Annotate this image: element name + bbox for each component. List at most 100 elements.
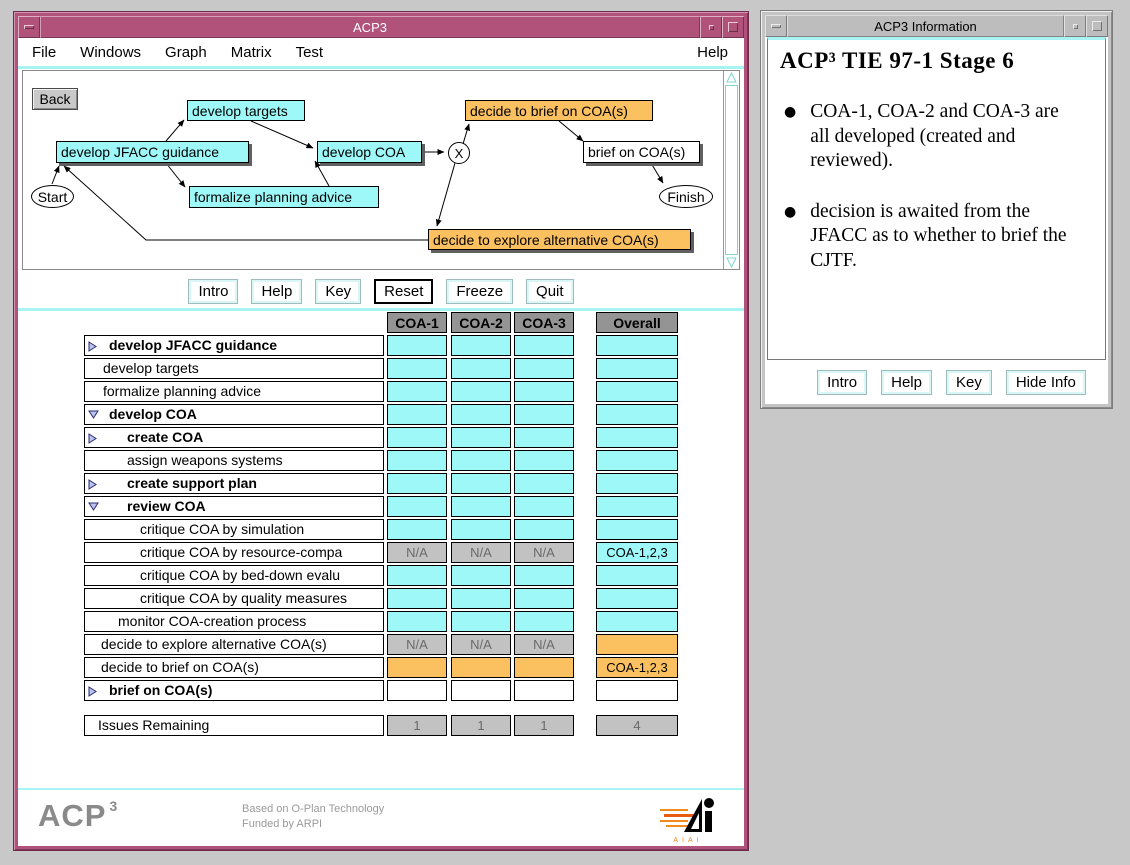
collapse-triangle-icon[interactable] — [88, 410, 100, 420]
matrix-cell-coa1[interactable] — [387, 496, 447, 517]
matrix-cell-coa1[interactable] — [387, 588, 447, 609]
graph-node-brief-on-coas[interactable]: brief on COA(s) — [583, 141, 700, 163]
matrix-cell-overall[interactable] — [596, 611, 678, 632]
matrix-cell-coa1[interactable] — [387, 611, 447, 632]
matrix-cell-coa2[interactable]: N/A — [451, 542, 511, 563]
matrix-cell-coa2[interactable]: N/A — [451, 634, 511, 655]
matrix-cell-coa1[interactable] — [387, 680, 447, 701]
matrix-cell-coa3[interactable] — [514, 335, 574, 356]
matrix-cell-coa3[interactable] — [514, 680, 574, 701]
minimize-button[interactable] — [700, 16, 722, 38]
graph-node-decide-to-brief[interactable]: decide to brief on COA(s) — [465, 100, 653, 121]
matrix-cell-coa3[interactable] — [514, 657, 574, 678]
main-titlebar[interactable]: ACP3 — [18, 16, 744, 38]
matrix-cell-coa2[interactable] — [451, 404, 511, 425]
window-menu-button[interactable] — [18, 16, 40, 38]
graph-node-xor[interactable]: X — [448, 142, 470, 164]
menu-graph[interactable]: Graph — [165, 44, 207, 61]
expand-triangle-icon[interactable] — [88, 433, 98, 445]
matrix-cell-coa1[interactable]: 1 — [387, 715, 447, 736]
matrix-cell-coa1[interactable] — [387, 657, 447, 678]
task-label[interactable]: create support plan — [84, 473, 384, 494]
maximize-button[interactable] — [722, 16, 744, 38]
menu-matrix[interactable]: Matrix — [231, 44, 272, 61]
matrix-cell-overall[interactable] — [596, 473, 678, 494]
graph-node-finish[interactable]: Finish — [659, 185, 713, 208]
help-button[interactable]: Help — [251, 279, 302, 304]
matrix-cell-coa1[interactable] — [387, 358, 447, 379]
matrix-cell-coa1[interactable] — [387, 381, 447, 402]
matrix-cell-overall[interactable] — [596, 404, 678, 425]
task-label[interactable]: develop JFACC guidance — [84, 335, 384, 356]
matrix-cell-coa1[interactable] — [387, 450, 447, 471]
task-label[interactable]: develop COA — [84, 404, 384, 425]
matrix-cell-coa2[interactable] — [451, 588, 511, 609]
matrix-cell-coa2[interactable]: 1 — [451, 715, 511, 736]
quit-button[interactable]: Quit — [526, 279, 574, 304]
matrix-cell-coa1[interactable] — [387, 565, 447, 586]
matrix-cell-coa2[interactable] — [451, 335, 511, 356]
hide-info-button[interactable]: Hide Info — [1006, 370, 1086, 395]
graph-node-formalize-planning-advice[interactable]: formalize planning advice — [189, 186, 379, 208]
matrix-cell-coa3[interactable] — [514, 358, 574, 379]
task-label[interactable]: create COA — [84, 427, 384, 448]
matrix-cell-coa1[interactable] — [387, 427, 447, 448]
intro-button[interactable]: Intro — [188, 279, 238, 304]
scroll-up-icon[interactable] — [725, 71, 738, 84]
matrix-cell-coa3[interactable] — [514, 473, 574, 494]
matrix-cell-coa3[interactable] — [514, 496, 574, 517]
menu-test[interactable]: Test — [296, 44, 324, 61]
reset-button[interactable]: Reset — [374, 279, 433, 304]
back-button[interactable]: Back — [32, 88, 78, 110]
matrix-cell-coa2[interactable] — [451, 519, 511, 540]
matrix-cell-overall[interactable] — [596, 450, 678, 471]
key-button[interactable]: Key — [315, 279, 361, 304]
matrix-cell-coa2[interactable] — [451, 611, 511, 632]
scroll-thumb[interactable] — [725, 85, 738, 255]
matrix-cell-coa1[interactable] — [387, 473, 447, 494]
matrix-cell-overall[interactable]: COA-1,2,3 — [596, 657, 678, 678]
task-label[interactable]: review COA — [84, 496, 384, 517]
menu-help[interactable]: Help — [697, 44, 728, 61]
matrix-cell-coa1[interactable] — [387, 335, 447, 356]
matrix-cell-overall[interactable] — [596, 588, 678, 609]
matrix-cell-coa1[interactable] — [387, 519, 447, 540]
matrix-cell-coa3[interactable] — [514, 519, 574, 540]
expand-triangle-icon[interactable] — [88, 686, 98, 698]
matrix-cell-overall[interactable] — [596, 496, 678, 517]
matrix-cell-coa3[interactable] — [514, 588, 574, 609]
graph-node-decide-to-explore[interactable]: decide to explore alternative COA(s) — [428, 229, 691, 250]
matrix-cell-coa3[interactable] — [514, 427, 574, 448]
matrix-cell-coa2[interactable] — [451, 358, 511, 379]
matrix-cell-overall[interactable] — [596, 680, 678, 701]
info-titlebar[interactable]: ACP3 Information — [765, 15, 1108, 37]
graph-node-start[interactable]: Start — [31, 185, 74, 208]
maximize-button[interactable] — [1086, 15, 1108, 37]
matrix-cell-overall[interactable] — [596, 565, 678, 586]
expand-triangle-icon[interactable] — [88, 479, 98, 491]
menu-windows[interactable]: Windows — [80, 44, 141, 61]
window-menu-button[interactable] — [765, 15, 787, 37]
intro-button[interactable]: Intro — [817, 370, 867, 395]
matrix-cell-coa2[interactable] — [451, 450, 511, 471]
matrix-cell-overall[interactable] — [596, 427, 678, 448]
expand-triangle-icon[interactable] — [88, 341, 98, 353]
matrix-cell-coa3[interactable]: N/A — [514, 634, 574, 655]
matrix-cell-coa3[interactable]: N/A — [514, 542, 574, 563]
freeze-button[interactable]: Freeze — [446, 279, 513, 304]
matrix-cell-coa3[interactable] — [514, 611, 574, 632]
minimize-button[interactable] — [1064, 15, 1086, 37]
menu-file[interactable]: File — [32, 44, 56, 61]
graph-scrollbar[interactable] — [723, 71, 739, 269]
graph-node-develop-coa[interactable]: develop COA — [317, 141, 422, 163]
matrix-cell-coa1[interactable]: N/A — [387, 542, 447, 563]
task-label[interactable]: brief on COA(s) — [84, 680, 384, 701]
matrix-cell-overall[interactable] — [596, 634, 678, 655]
matrix-cell-coa1[interactable] — [387, 404, 447, 425]
matrix-cell-coa2[interactable] — [451, 473, 511, 494]
matrix-cell-coa3[interactable] — [514, 381, 574, 402]
matrix-cell-coa2[interactable] — [451, 427, 511, 448]
key-button[interactable]: Key — [946, 370, 992, 395]
matrix-cell-overall[interactable] — [596, 358, 678, 379]
scroll-down-icon[interactable] — [725, 256, 738, 269]
